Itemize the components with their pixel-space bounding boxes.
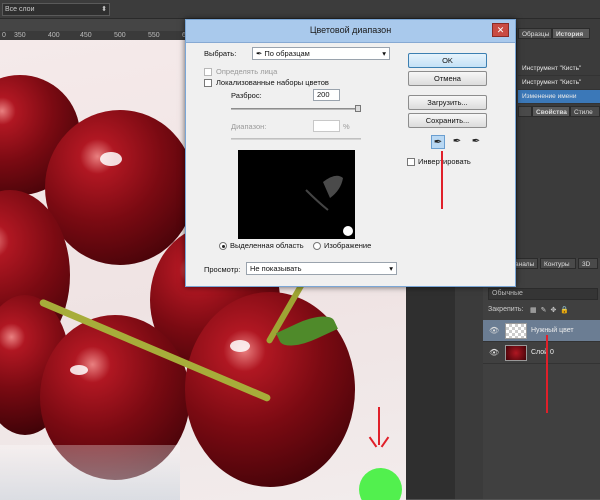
annotation-arrow-head	[368, 436, 378, 448]
detect-faces-label: Определять лица	[216, 67, 278, 76]
cancel-button[interactable]: Отмена	[408, 71, 487, 86]
highlight	[230, 340, 250, 352]
tab-3d[interactable]: 3D	[578, 258, 598, 269]
ruler-tick: 350	[14, 32, 26, 39]
layer-row-selected[interactable]: 👁 Нужный цвет	[483, 320, 600, 342]
select-label: Выбрать:	[204, 49, 237, 58]
range-label: Диапазон:	[231, 122, 267, 131]
eyedropper-icon: ✒	[256, 49, 263, 58]
chevron-down-icon: ▾	[382, 49, 386, 58]
dialog-titlebar[interactable]: Цветовой диапазон ✕	[186, 20, 515, 43]
options-bar: Все слои ⬍	[0, 0, 600, 19]
glass-dish	[0, 445, 180, 500]
layer-row[interactable]: 👁 Слой 0	[483, 342, 600, 364]
layer-name[interactable]: Нужный цвет	[531, 320, 574, 342]
select-value: По образцам	[264, 49, 310, 58]
ruler-tick: 500	[114, 32, 126, 39]
highlight	[100, 152, 122, 166]
sample-layers-select[interactable]: Все слои ⬍	[2, 3, 110, 16]
ruler-tick: 0	[2, 32, 6, 39]
tab-collapsed[interactable]	[518, 106, 532, 117]
fuzziness-label: Разброс:	[231, 91, 262, 100]
history-item[interactable]: Инструмент "Кисть"	[518, 76, 600, 90]
close-button[interactable]: ✕	[492, 23, 509, 37]
tab-swatches[interactable]: Образцы	[518, 28, 552, 39]
layer-name[interactable]: Слой 0	[531, 342, 554, 364]
annotation-arrow	[378, 407, 380, 445]
lock-icons[interactable]: ▦✎✥🔒	[530, 306, 573, 314]
image-radio[interactable]	[313, 242, 321, 250]
save-button[interactable]: Сохранить...	[408, 113, 487, 128]
layer-thumbnail	[505, 345, 527, 361]
highlight	[70, 365, 88, 375]
selection-radio[interactable]	[219, 242, 227, 250]
eyedropper-minus-icon[interactable]: ✒	[469, 135, 483, 149]
eye-icon[interactable]: 👁	[489, 342, 499, 364]
tab-properties[interactable]: Свойства	[532, 106, 570, 117]
ruler-tick: 400	[48, 32, 60, 39]
image-radio-label: Изображение	[324, 241, 372, 250]
sample-layers-value: Все слои	[5, 6, 35, 13]
annotation-line	[546, 335, 548, 413]
tab-styles[interactable]: Стиле	[570, 106, 600, 117]
selection-preview	[238, 150, 355, 239]
green-color-sample	[359, 468, 402, 500]
tab-paths[interactable]: Контуры	[540, 258, 576, 269]
preview-value: Не показывать	[250, 264, 302, 273]
invert-checkbox[interactable]	[407, 158, 415, 166]
color-range-dialog: Цветовой диапазон ✕ Выбрать: ✒ По образц…	[185, 19, 516, 287]
fuzziness-input[interactable]: 200	[313, 89, 340, 101]
ruler-tick: 550	[148, 32, 160, 39]
load-button[interactable]: Загрузить...	[408, 95, 487, 110]
range-input	[313, 120, 340, 132]
ok-button[interactable]: OK	[408, 53, 487, 68]
blend-mode-select[interactable]: Обычные	[488, 288, 598, 300]
localized-checkbox[interactable]	[204, 79, 212, 87]
preview-label: Просмотр:	[204, 265, 241, 274]
range-slider	[231, 138, 361, 140]
tab-history[interactable]: История	[552, 28, 590, 39]
annotation-arrow-head	[380, 436, 390, 448]
fuzziness-slider-thumb[interactable]	[355, 105, 361, 112]
history-item-selected[interactable]: Изменение имени	[518, 90, 600, 104]
detect-faces-checkbox[interactable]	[204, 68, 212, 76]
annotation-line	[441, 151, 443, 209]
layer-thumbnail	[505, 323, 527, 339]
invert-label: Инвертировать	[418, 157, 471, 166]
chevron-down-icon: ⬍	[101, 6, 107, 13]
eye-icon[interactable]: 👁	[489, 320, 499, 342]
ruler-tick: 450	[80, 32, 92, 39]
select-dropdown[interactable]: ✒ По образцам ▾	[252, 47, 390, 60]
dialog-title: Цветовой диапазон	[309, 25, 392, 35]
history-item[interactable]: Инструмент "Кисть"	[518, 62, 600, 76]
chevron-down-icon: ▾	[389, 264, 393, 273]
eyedropper-icon[interactable]: ✒	[431, 135, 445, 149]
eyedropper-plus-icon[interactable]: ✒	[450, 135, 464, 149]
selection-radio-label: Выделенная область	[230, 241, 304, 250]
fuzziness-slider[interactable]	[231, 108, 361, 110]
preview-dropdown[interactable]: Не показывать ▾	[246, 262, 397, 275]
localized-label: Локализованные наборы цветов	[216, 78, 329, 87]
lock-label: Закрепить:	[488, 306, 524, 313]
range-unit: %	[343, 122, 350, 131]
preview-mask	[305, 175, 353, 236]
